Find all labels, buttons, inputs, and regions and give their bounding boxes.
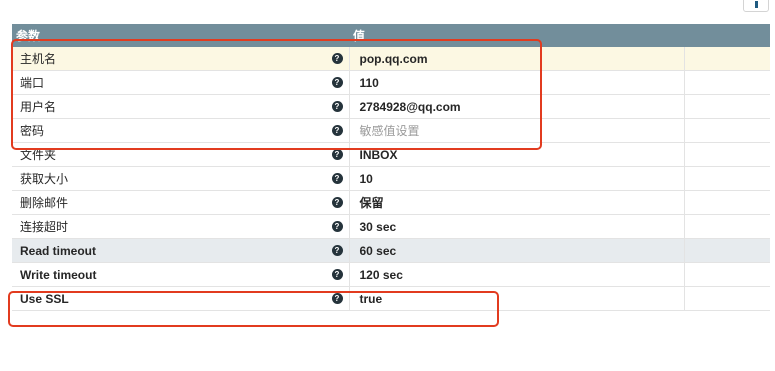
table-row-fetch-size[interactable]: 获取大小? 10 (12, 166, 771, 191)
help-icon[interactable]: ? (331, 269, 343, 280)
property-value[interactable]: INBOX (348, 142, 684, 167)
help-icon[interactable]: ? (331, 125, 343, 136)
extra-cell (683, 70, 771, 95)
help-icon[interactable]: ? (331, 221, 343, 232)
property-name: Read timeout (20, 243, 97, 258)
info-icon (754, 1, 758, 8)
property-name: 端口 (20, 76, 45, 90)
table-row-use-ssl[interactable]: Use SSL? true (12, 286, 771, 311)
property-value[interactable]: true (348, 286, 684, 311)
table-row-connection-timeout[interactable]: 连接超时? 30 sec (12, 214, 771, 239)
property-name: 密码 (20, 124, 45, 138)
extra-cell (683, 238, 771, 263)
property-value[interactable]: 2784928@qq.com (348, 94, 684, 119)
property-name: 用户名 (20, 100, 57, 114)
property-value[interactable]: 30 sec (348, 214, 684, 239)
help-icon[interactable]: ? (331, 197, 343, 208)
properties-table: 参数 值 主机名? pop.qq.com 端口? 110 用户名? 278492… (12, 24, 771, 311)
header-name[interactable]: 参数 (12, 24, 349, 47)
table-row-folder[interactable]: 文件夹? INBOX (12, 142, 771, 167)
property-name: 文件夹 (20, 148, 57, 162)
table-row-delete-messages[interactable]: 删除邮件? 保留 (12, 190, 771, 215)
property-value-sensitive[interactable]: 敏感值设置 (348, 118, 684, 143)
property-value[interactable]: 保留 (348, 190, 684, 215)
extra-cell (683, 142, 771, 167)
table-row-read-timeout[interactable]: Read timeout? 60 sec (12, 238, 771, 263)
property-value[interactable]: 60 sec (348, 238, 684, 263)
extra-cell (683, 118, 771, 143)
extra-cell (683, 47, 771, 71)
extra-cell (683, 286, 771, 311)
property-name: 连接超时 (20, 220, 69, 234)
table-row-password[interactable]: 密码? 敏感值设置 (12, 118, 771, 143)
header-value[interactable]: 值 (349, 24, 771, 47)
property-name: Write timeout (20, 267, 97, 282)
table-row-port[interactable]: 端口? 110 (12, 70, 771, 95)
help-icon[interactable]: ? (331, 101, 343, 112)
property-name: 获取大小 (20, 172, 69, 186)
table-row-username[interactable]: 用户名? 2784928@qq.com (12, 94, 771, 119)
property-value[interactable]: pop.qq.com (348, 47, 684, 71)
property-value[interactable]: 120 sec (348, 262, 684, 287)
extra-cell (683, 166, 771, 191)
table-row-hostname[interactable]: 主机名? pop.qq.com (12, 47, 771, 71)
help-icon[interactable]: ? (331, 149, 343, 160)
table-row-write-timeout[interactable]: Write timeout? 120 sec (12, 262, 771, 287)
extra-cell (683, 190, 771, 215)
property-value[interactable]: 10 (348, 166, 684, 191)
help-icon[interactable]: ? (331, 53, 343, 64)
table-header: 参数 值 (12, 24, 771, 47)
property-name: 删除邮件 (20, 196, 69, 210)
extra-cell (683, 94, 771, 119)
help-icon[interactable]: ? (331, 293, 343, 304)
extra-cell (683, 262, 771, 287)
property-value[interactable]: 110 (348, 70, 684, 95)
property-name: 主机名 (20, 52, 57, 66)
property-name: Use SSL (20, 291, 69, 306)
help-icon[interactable]: ? (331, 245, 343, 256)
help-icon[interactable]: ? (331, 173, 343, 184)
extra-cell (683, 214, 771, 239)
info-button[interactable] (743, 0, 769, 12)
help-icon[interactable]: ? (331, 77, 343, 88)
